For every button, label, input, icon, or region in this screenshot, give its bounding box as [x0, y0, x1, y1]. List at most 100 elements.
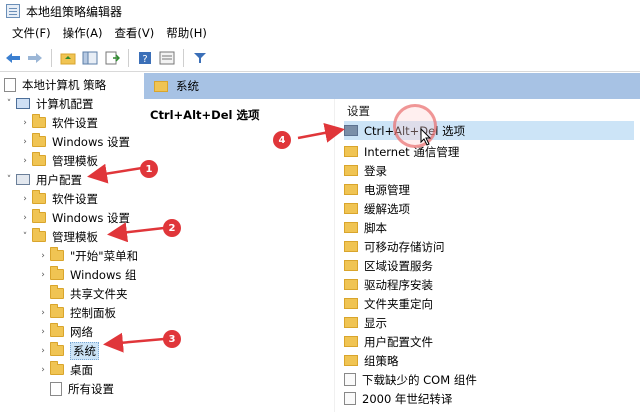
up-folder-icon[interactable] — [59, 49, 77, 67]
tree-item-label: 管理模板 — [52, 229, 98, 244]
list-item-label: 用户配置文件 — [364, 334, 433, 349]
toolbar-separator — [183, 48, 184, 67]
folder-icon — [344, 260, 358, 271]
show-hide-tree-icon[interactable] — [81, 49, 99, 67]
tree-item-label: 桌面 — [70, 362, 93, 377]
list-item-locale-services[interactable]: 区域设置服务 — [344, 256, 433, 275]
list-item-century-interpretation[interactable]: 2000 年世纪转译 — [344, 389, 452, 408]
tree-item-label: Windows 组 — [70, 267, 137, 282]
chevron-right-icon[interactable]: › — [38, 346, 48, 356]
list-item-label: 下载缺少的 COM 组件 — [362, 372, 477, 387]
annotation-badge-1: 1 — [140, 160, 158, 178]
chevron-down-icon[interactable]: ˅ — [20, 232, 30, 242]
export-list-icon[interactable] — [103, 49, 121, 67]
setting-icon — [344, 392, 356, 405]
chevron-right-icon[interactable]: › — [38, 251, 48, 261]
computer-icon — [16, 98, 30, 109]
window-title: 本地组策略编辑器 — [26, 4, 123, 19]
chevron-right-icon[interactable]: › — [20, 156, 30, 166]
content-pane: Ctrl+Alt+Del 选项 设置 Ctrl+Alt+Del 选项 Inter… — [144, 99, 640, 412]
menu-action[interactable]: 操作(A) — [57, 25, 109, 41]
list-item-label: 缓解选项 — [364, 201, 410, 216]
tree-item-label: 用户配置 — [36, 172, 82, 187]
tree-item-user-admin-templates[interactable]: ˅ 管理模板 — [20, 227, 98, 246]
chevron-right-icon[interactable]: › — [38, 327, 48, 337]
tree-item-windows-settings[interactable]: › Windows 设置 — [20, 132, 130, 151]
list-item-internet-comm[interactable]: Internet 通信管理 — [344, 142, 459, 161]
tree-pane: 本地计算机 策略 ˅ 计算机配置 › 软件设置 › Windows 设置 › 管… — [0, 73, 140, 412]
list-item-ctrl-alt-del[interactable]: Ctrl+Alt+Del 选项 — [344, 121, 634, 140]
column-divider — [334, 99, 335, 412]
tree-item-user-config[interactable]: ˅ 用户配置 — [4, 170, 82, 189]
chevron-right-icon[interactable]: › — [38, 308, 48, 318]
folder-icon — [32, 209, 46, 223]
chevron-down-icon[interactable]: ˅ — [4, 99, 14, 109]
tree-item-all-settings[interactable]: 所有设置 — [38, 379, 114, 398]
folder-icon — [50, 361, 64, 375]
list-item-group-policy[interactable]: 组策略 — [344, 351, 399, 370]
chevron-right-icon[interactable]: › — [20, 213, 30, 223]
tree-item-user-windows-settings[interactable]: › Windows 设置 — [20, 208, 130, 227]
svg-text:?: ? — [142, 54, 147, 65]
content-header: 系统 — [144, 73, 640, 99]
folder-icon — [344, 241, 358, 252]
chevron-right-icon[interactable]: › — [20, 137, 30, 147]
folder-icon — [32, 114, 46, 128]
list-item-removable-storage[interactable]: 可移动存储访问 — [344, 237, 445, 256]
tree-item-windows-components[interactable]: › Windows 组 — [38, 265, 137, 284]
list-item-logon[interactable]: 登录 — [344, 161, 387, 180]
list-item-label: 显示 — [364, 315, 387, 330]
tree-item-start-menu[interactable]: › "开始"菜单和 — [38, 246, 138, 265]
folder-icon — [344, 355, 358, 366]
list-item-label: 区域设置服务 — [364, 258, 433, 273]
tree-item-label: 软件设置 — [52, 191, 98, 206]
tree-item-user-software-settings[interactable]: › 软件设置 — [20, 189, 98, 208]
list-item-label: 电源管理 — [364, 182, 410, 197]
list-item-driver-install[interactable]: 驱动程序安装 — [344, 275, 433, 294]
title-bar: 本地组策略编辑器 — [0, 0, 640, 22]
tree-item-local-policy[interactable]: 本地计算机 策略 — [4, 75, 106, 94]
tree-item-computer-config[interactable]: ˅ 计算机配置 — [4, 94, 94, 113]
properties-icon[interactable] — [158, 49, 176, 67]
chevron-right-icon[interactable]: › — [20, 118, 30, 128]
list-item-mitigation[interactable]: 缓解选项 — [344, 199, 410, 218]
back-arrow-icon[interactable] — [4, 49, 22, 67]
app-icon — [6, 4, 20, 18]
tree-item-software-settings[interactable]: › 软件设置 — [20, 113, 98, 132]
column-header-settings[interactable]: 设置 — [347, 103, 370, 119]
list-item-label: 驱动程序安装 — [364, 277, 433, 292]
folder-icon — [32, 228, 46, 242]
list-item-power[interactable]: 电源管理 — [344, 180, 410, 199]
list-item-display[interactable]: 显示 — [344, 313, 387, 332]
folder-icon — [32, 133, 46, 147]
tree-item-network[interactable]: › 网络 — [38, 322, 93, 341]
forward-arrow-icon[interactable] — [26, 49, 44, 67]
help-icon[interactable]: ? — [136, 49, 154, 67]
tree-item-shared-folders[interactable]: 共享文件夹 — [38, 284, 128, 303]
folder-icon — [344, 279, 358, 290]
tree-item-desktop[interactable]: › 桌面 — [38, 360, 93, 379]
list-item-label: 脚本 — [364, 220, 387, 235]
tree-item-label: 所有设置 — [68, 381, 114, 396]
chevron-right-icon[interactable]: › — [38, 365, 48, 375]
mouse-cursor-icon — [420, 128, 432, 146]
tree-item-system[interactable]: › 系统 — [38, 341, 99, 360]
menu-help[interactable]: 帮助(H) — [160, 25, 213, 41]
menu-view[interactable]: 查看(V) — [108, 25, 160, 41]
list-item-user-profiles[interactable]: 用户配置文件 — [344, 332, 433, 351]
chevron-down-icon[interactable]: ˅ — [4, 175, 14, 185]
folder-icon — [50, 247, 64, 261]
list-item-scripts[interactable]: 脚本 — [344, 218, 387, 237]
menu-bar: 文件(F) 操作(A) 查看(V) 帮助(H) — [0, 22, 640, 44]
folder-icon — [344, 146, 358, 157]
tree-item-label: Windows 设置 — [52, 134, 130, 149]
list-item-folder-redirection[interactable]: 文件夹重定向 — [344, 294, 433, 313]
folder-icon — [50, 304, 64, 318]
menu-file[interactable]: 文件(F) — [6, 25, 57, 41]
list-item-download-com[interactable]: 下载缺少的 COM 组件 — [344, 370, 477, 389]
chevron-right-icon[interactable]: › — [38, 270, 48, 280]
chevron-right-icon[interactable]: › — [20, 194, 30, 204]
tree-item-admin-templates[interactable]: › 管理模板 — [20, 151, 98, 170]
filter-icon[interactable] — [191, 49, 209, 67]
tree-item-control-panel[interactable]: › 控制面板 — [38, 303, 116, 322]
